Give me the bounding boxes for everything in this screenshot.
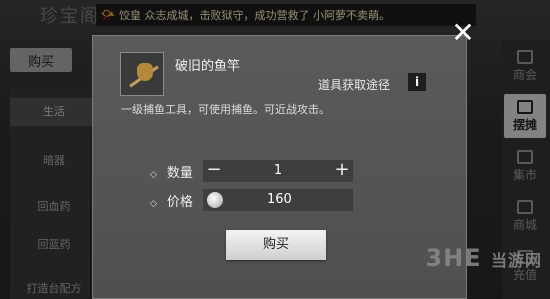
price-label: 价格 <box>166 195 193 210</box>
price-value: 160 <box>267 192 292 207</box>
quantity-stepper: − 1 + <box>203 160 353 182</box>
quantity-label: 数量 <box>166 166 193 181</box>
plus-button[interactable]: + <box>331 160 353 182</box>
item-description: 一级捕鱼工具，可使用捕鱼。可近战攻击。 <box>121 103 330 116</box>
watermark: 3HE 当游网 <box>425 244 542 272</box>
silver-coin-icon <box>207 192 223 208</box>
quantity-row: ◇ 数量 <box>150 162 193 181</box>
watermark-site: 当游网 <box>490 251 542 270</box>
diamond-bullet-icon: ◇ <box>150 170 157 180</box>
item-name: 破旧的鱼竿 <box>175 59 241 74</box>
close-icon[interactable]: ✕ <box>446 16 480 50</box>
quantity-value[interactable]: 1 <box>225 160 331 182</box>
info-icon[interactable]: i <box>408 73 426 91</box>
fishing-rod-icon <box>120 52 164 96</box>
price-box: 160 <box>203 189 353 211</box>
diamond-bullet-icon: ◇ <box>150 199 157 209</box>
price-row: ◇ 价格 <box>150 191 193 210</box>
watermark-logo: 3HE <box>425 244 482 272</box>
minus-button[interactable]: − <box>203 160 225 182</box>
item-source-label: 道具获取途径 <box>318 78 391 92</box>
buy-button[interactable]: 购买 <box>226 230 326 260</box>
